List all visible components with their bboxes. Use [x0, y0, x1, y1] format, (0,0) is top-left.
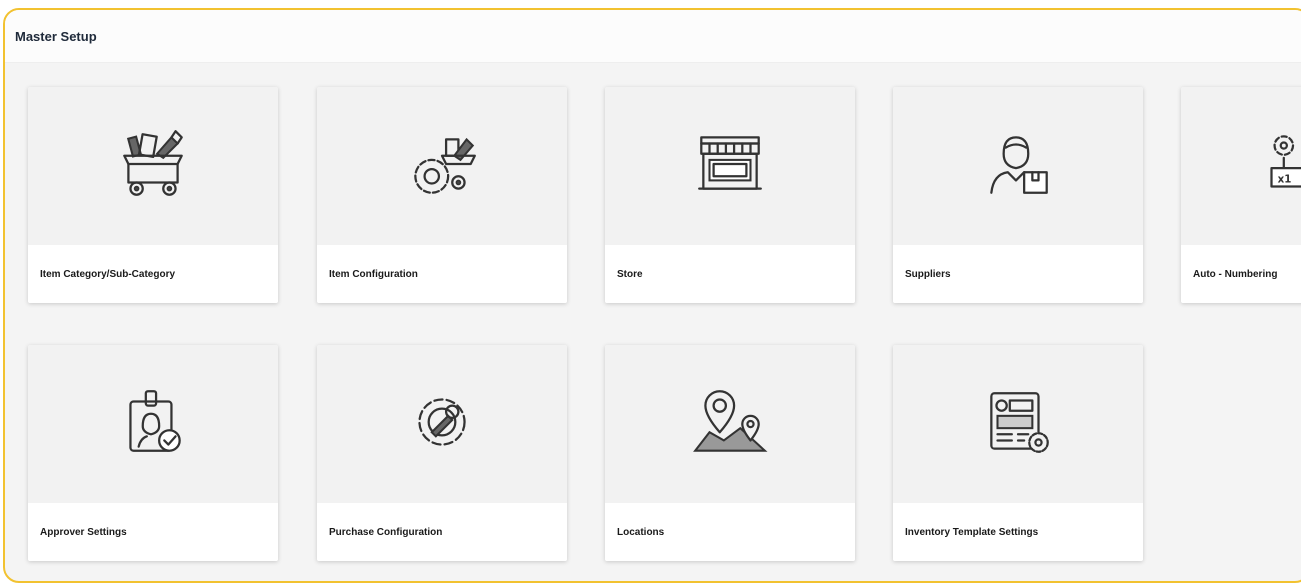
card-label: Suppliers: [905, 269, 951, 280]
card-locations[interactable]: Locations: [605, 345, 855, 561]
card-label: Approver Settings: [40, 527, 127, 538]
master-setup-panel: Master Setup Item Category/Sub-Category: [3, 8, 1301, 583]
card-label: Item Configuration: [329, 269, 418, 280]
auto-number-text: x1: [1278, 173, 1292, 185]
card-label: Store: [617, 269, 643, 280]
card-label: Item Category/Sub-Category: [40, 269, 175, 280]
map-pin-icon: [689, 381, 771, 468]
panel-header: Master Setup: [5, 10, 1301, 63]
card-suppliers[interactable]: Suppliers: [893, 87, 1143, 303]
card-label: Purchase Configuration: [329, 527, 442, 538]
id-badge-check-icon: [112, 381, 194, 468]
card-purchase-configuration[interactable]: Purchase Configuration: [317, 345, 567, 561]
card-item-configuration[interactable]: Item Configuration: [317, 87, 567, 303]
auto-numbering-icon: x1: [1251, 123, 1301, 210]
card-approver-settings[interactable]: Approver Settings: [28, 345, 278, 561]
card-label: Inventory Template Settings: [905, 527, 1038, 538]
storefront-icon: [689, 123, 771, 210]
card-auto-numbering[interactable]: x1 Auto - Numbering: [1181, 87, 1301, 303]
page-title: Master Setup: [15, 29, 97, 44]
card-item-category[interactable]: Item Category/Sub-Category: [28, 87, 278, 303]
template-gear-icon: [977, 381, 1059, 468]
card-inventory-template-settings[interactable]: Inventory Template Settings: [893, 345, 1143, 561]
card-label: Locations: [617, 527, 664, 538]
card-store[interactable]: Store: [605, 87, 855, 303]
gear-wrench-icon: [401, 381, 483, 468]
card-label: Auto - Numbering: [1193, 269, 1277, 280]
gear-cart-icon: [401, 123, 483, 210]
supplier-person-icon: [977, 123, 1059, 210]
shopping-cart-icon: [112, 123, 194, 210]
